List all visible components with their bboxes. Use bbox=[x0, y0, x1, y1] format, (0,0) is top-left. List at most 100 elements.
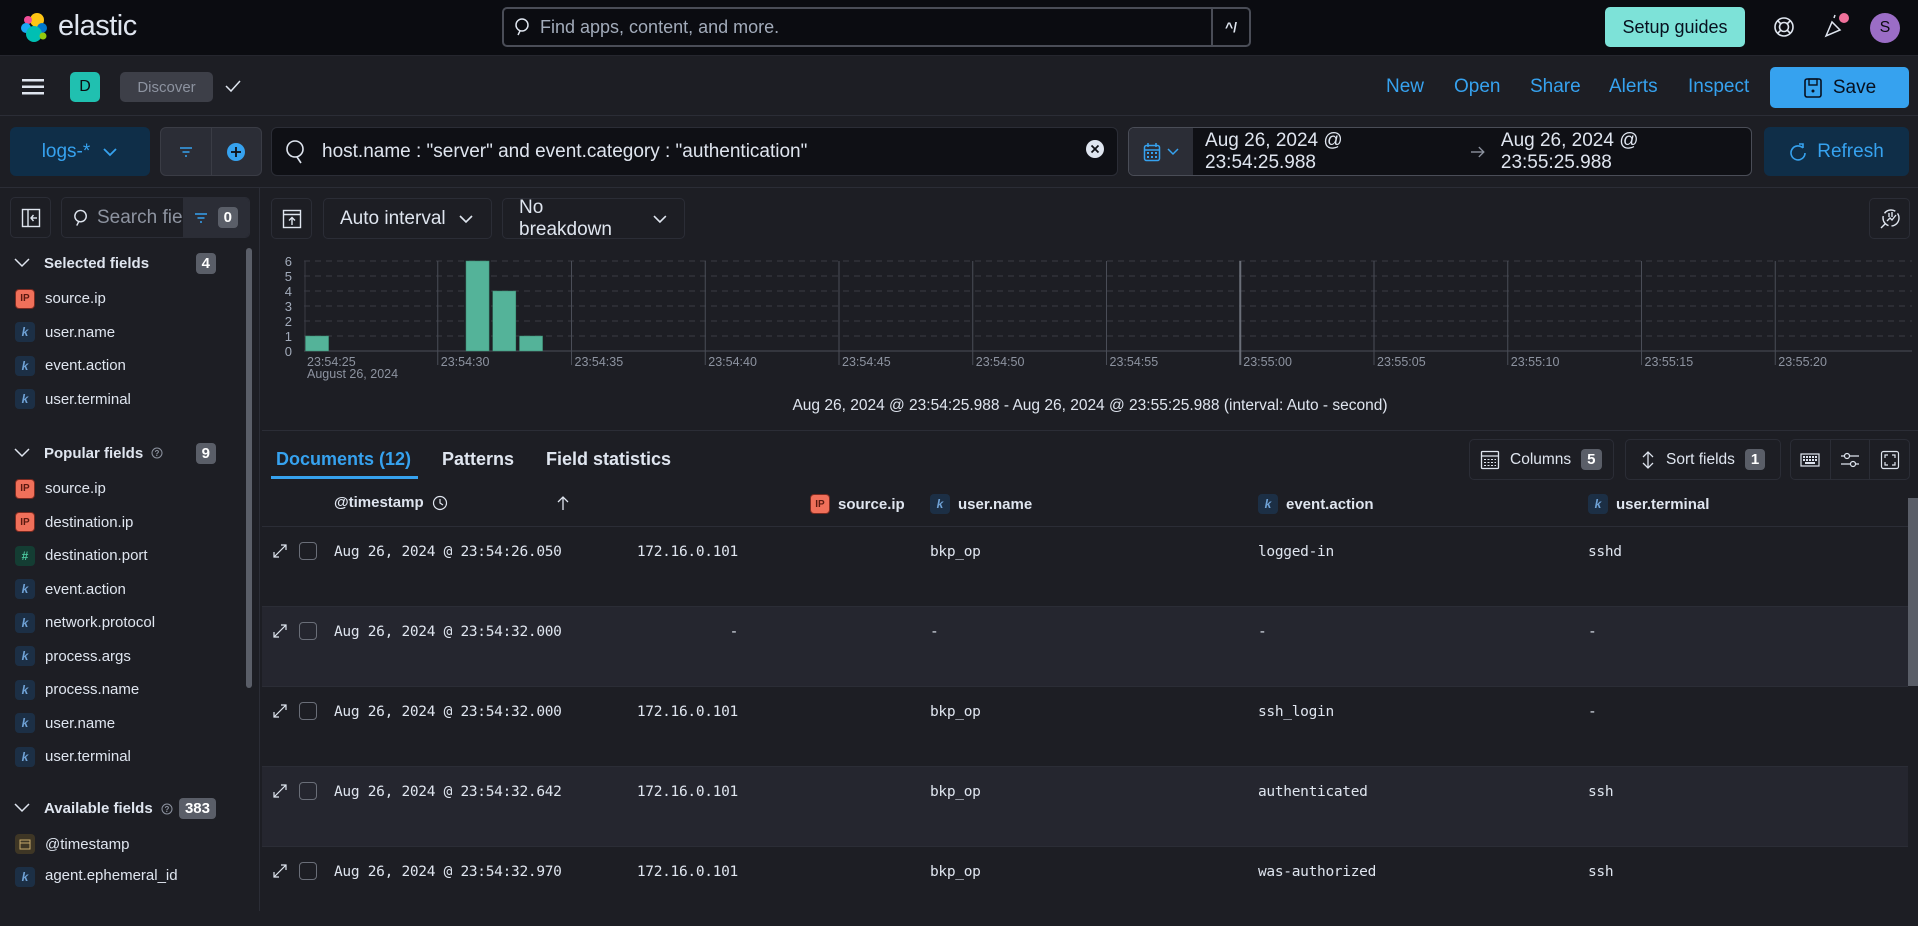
breadcrumb-discover[interactable]: Discover bbox=[120, 72, 213, 102]
fullscreen-button[interactable] bbox=[1870, 440, 1909, 479]
add-filter-button[interactable] bbox=[212, 128, 262, 175]
inspect-link[interactable]: Inspect bbox=[1688, 76, 1749, 98]
row-checkbox[interactable] bbox=[299, 542, 317, 560]
clear-query-button[interactable] bbox=[1085, 139, 1105, 164]
field-item[interactable]: k user.terminal bbox=[0, 740, 246, 774]
explore-chart-button[interactable] bbox=[1869, 198, 1910, 239]
expand-row-icon[interactable] bbox=[270, 621, 290, 641]
column-header-user-name[interactable]: k user.name bbox=[930, 494, 1032, 514]
toggle-chart-button[interactable] bbox=[271, 198, 312, 239]
tab-field-statistics[interactable]: Field statistics bbox=[546, 449, 671, 470]
user-avatar[interactable]: S bbox=[1870, 13, 1900, 43]
table-row[interactable]: Aug 26, 2024 @ 23:54:26.050 172.16.0.101… bbox=[262, 526, 1908, 606]
collapse-sidebar-button[interactable] bbox=[10, 197, 51, 238]
news-feed-button[interactable] bbox=[1822, 12, 1850, 45]
elastic-logo[interactable]: elastic bbox=[20, 10, 137, 43]
expand-row-icon[interactable] bbox=[270, 541, 290, 561]
space-badge[interactable]: D bbox=[70, 72, 100, 102]
keyboard-shortcuts-button[interactable] bbox=[1791, 440, 1831, 479]
alerts-link[interactable]: Alerts bbox=[1609, 76, 1658, 98]
setup-guides-button[interactable]: Setup guides bbox=[1605, 7, 1745, 47]
help-icon[interactable]: ? bbox=[151, 447, 163, 459]
data-view-picker[interactable]: logs-* bbox=[10, 127, 150, 176]
start-date[interactable]: Aug 26, 2024 @ 23:54:25.988 bbox=[1205, 130, 1455, 174]
check-icon bbox=[225, 80, 241, 93]
field-type-filter-button[interactable]: 0 bbox=[182, 198, 249, 237]
field-item[interactable]: IP destination.ip bbox=[0, 506, 246, 540]
cell-user-terminal: ssh bbox=[1588, 784, 1614, 800]
x-tick-label: 23:55:15 bbox=[1645, 355, 1694, 369]
column-header-source-ip[interactable]: IP source.ip bbox=[810, 494, 905, 514]
field-item[interactable]: k process.args bbox=[0, 640, 246, 674]
table-row[interactable]: Aug 26, 2024 @ 23:54:32.970 172.16.0.101… bbox=[262, 846, 1908, 926]
tab-documents[interactable]: Documents (12) bbox=[276, 449, 411, 470]
field-item[interactable]: # destination.port bbox=[0, 539, 246, 573]
new-link[interactable]: New bbox=[1386, 76, 1424, 98]
field-item[interactable]: k process.name bbox=[0, 673, 246, 707]
sidebar-scrollbar[interactable] bbox=[246, 248, 252, 688]
field-item[interactable]: k agent.ephemeral_id bbox=[0, 861, 246, 887]
table-row[interactable]: Aug 26, 2024 @ 23:54:32.642 172.16.0.101… bbox=[262, 766, 1908, 846]
field-item[interactable]: IP source.ip bbox=[0, 472, 246, 506]
help-icon[interactable]: ? bbox=[161, 803, 173, 815]
field-name: user.name bbox=[45, 714, 116, 732]
field-name: source.ip bbox=[45, 290, 106, 308]
expand-row-icon[interactable] bbox=[270, 701, 290, 721]
row-checkbox[interactable] bbox=[299, 622, 317, 640]
column-header-user-terminal[interactable]: k user.terminal bbox=[1588, 494, 1709, 514]
cell-timestamp: Aug 26, 2024 @ 23:54:26.050 bbox=[334, 544, 562, 560]
keyword-type-icon: k bbox=[15, 679, 35, 700]
selected-fields-header[interactable]: Selected fields 4 bbox=[0, 248, 246, 278]
share-link[interactable]: Share bbox=[1530, 76, 1581, 98]
field-item[interactable]: k user.name bbox=[0, 707, 246, 741]
refresh-button[interactable]: Refresh bbox=[1764, 127, 1909, 176]
news-feed-icon bbox=[1824, 13, 1849, 38]
breakdown-select[interactable]: No breakdown bbox=[502, 197, 685, 240]
field-search-input[interactable]: Search field names 0 bbox=[61, 197, 250, 238]
field-item[interactable]: @timestamp bbox=[0, 828, 246, 862]
y-tick-label: 0 bbox=[285, 344, 292, 359]
row-checkbox[interactable] bbox=[299, 862, 317, 880]
column-header-event-action[interactable]: k event.action bbox=[1258, 494, 1374, 514]
column-header-timestamp[interactable]: @timestamp bbox=[334, 494, 448, 511]
nav-menu-button[interactable] bbox=[22, 77, 46, 102]
columns-button[interactable]: Columns 5 bbox=[1469, 439, 1614, 480]
filter-icon bbox=[194, 212, 207, 223]
sliders-icon bbox=[1841, 452, 1859, 467]
global-search-input[interactable]: Find apps, content, and more. ^/ bbox=[502, 7, 1251, 47]
tab-patterns[interactable]: Patterns bbox=[442, 449, 514, 470]
filter-menu-button[interactable] bbox=[161, 128, 212, 175]
display-settings-button[interactable] bbox=[1831, 440, 1871, 479]
expand-row-icon[interactable] bbox=[270, 781, 290, 801]
field-item[interactable]: k event.action bbox=[0, 349, 246, 383]
chevron-down-icon bbox=[14, 257, 30, 267]
field-item[interactable]: IP source.ip bbox=[0, 282, 246, 316]
keyword-type-icon: k bbox=[15, 355, 35, 376]
refresh-label: Refresh bbox=[1817, 140, 1884, 162]
row-checkbox[interactable] bbox=[299, 702, 317, 720]
sort-ascending-button[interactable] bbox=[555, 494, 571, 517]
popular-fields-header[interactable]: Popular fields ? 9 bbox=[0, 438, 246, 468]
available-fields-header[interactable]: Available fields ? 383 bbox=[0, 794, 246, 824]
table-row[interactable]: Aug 26, 2024 @ 23:54:32.000 172.16.0.101… bbox=[262, 686, 1908, 766]
row-checkbox[interactable] bbox=[299, 782, 317, 800]
field-item[interactable]: k network.protocol bbox=[0, 606, 246, 640]
field-name: source.ip bbox=[45, 480, 106, 498]
sort-fields-button[interactable]: Sort fields 1 bbox=[1625, 439, 1781, 480]
table-scrollbar[interactable] bbox=[1908, 498, 1918, 686]
expand-row-icon[interactable] bbox=[270, 861, 290, 881]
end-date[interactable]: Aug 26, 2024 @ 23:55:25.988 bbox=[1501, 130, 1751, 174]
open-link[interactable]: Open bbox=[1454, 76, 1500, 98]
field-item[interactable]: k user.terminal bbox=[0, 383, 246, 417]
help-button[interactable] bbox=[1772, 15, 1796, 44]
kql-query-input[interactable]: host.name : "server" and event.category … bbox=[271, 127, 1118, 176]
fullscreen-icon bbox=[1880, 450, 1899, 469]
quick-menu-button[interactable] bbox=[1129, 128, 1194, 175]
save-button[interactable]: Save bbox=[1770, 67, 1909, 108]
table-row[interactable]: Aug 26, 2024 @ 23:54:32.000 - - - - bbox=[262, 606, 1908, 686]
interval-select[interactable]: Auto interval bbox=[323, 198, 492, 239]
x-tick-label: 23:55:00 bbox=[1243, 355, 1292, 369]
field-item[interactable]: k event.action bbox=[0, 573, 246, 607]
field-item[interactable]: k user.name bbox=[0, 316, 246, 350]
column-name: user.name bbox=[958, 495, 1033, 513]
